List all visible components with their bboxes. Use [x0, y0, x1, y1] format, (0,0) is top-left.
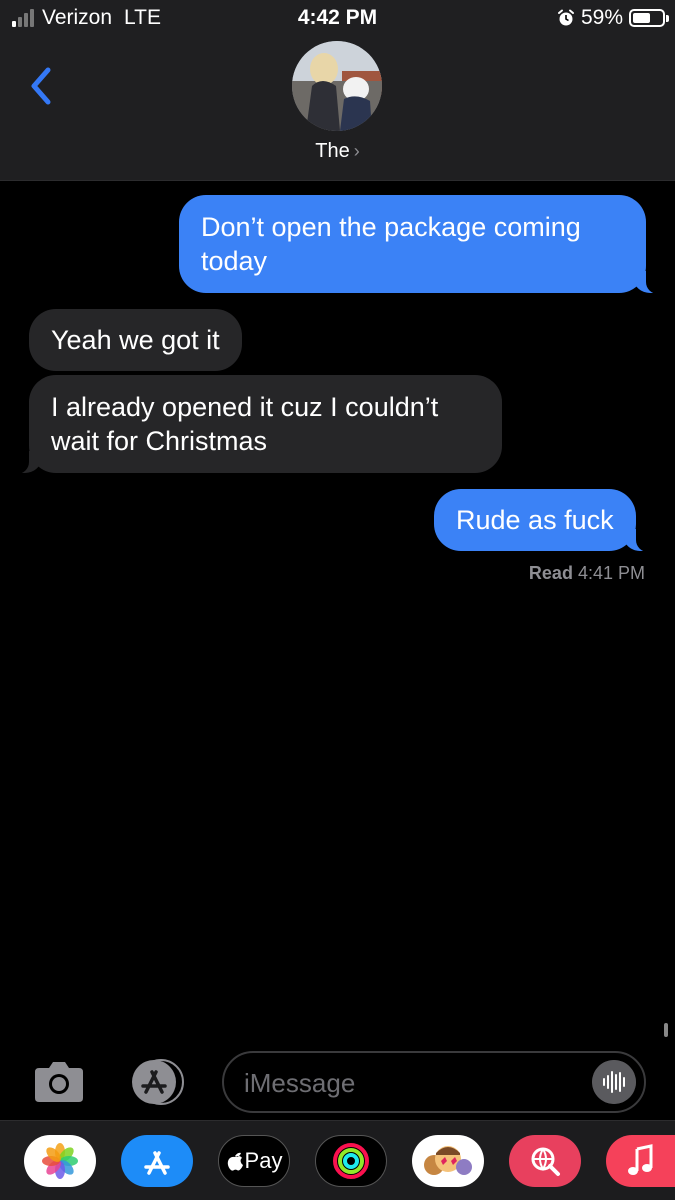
audio-waveform-icon[interactable] — [592, 1060, 636, 1104]
apple-pay-label: Pay — [244, 1148, 283, 1173]
battery-icon — [629, 9, 669, 27]
message-input-box[interactable] — [222, 1051, 646, 1113]
message-bubble-incoming[interactable]: Yeah we got it — [29, 309, 242, 371]
scroll-indicator[interactable] — [664, 1023, 668, 1037]
message-bubble-outgoing[interactable]: Rude as fuck — [434, 489, 656, 552]
chevron-right-icon: › — [353, 141, 360, 161]
contact-avatar[interactable] — [292, 41, 382, 131]
read-time: 4:41 PM — [577, 563, 645, 583]
memoji-icon[interactable] — [412, 1135, 484, 1187]
message-bubble-outgoing[interactable]: Don’t open the package coming today — [179, 195, 666, 294]
camera-icon[interactable] — [31, 1060, 87, 1104]
contact-name: The — [315, 140, 350, 162]
web-search-icon[interactable] — [509, 1135, 581, 1187]
alarm-icon — [557, 9, 574, 26]
status-bar: Verizon LTE 4:42 PM 59% — [0, 0, 675, 38]
battery-percent: 59% — [580, 6, 623, 29]
apple-pay-icon[interactable]: Pay — [218, 1135, 290, 1187]
message-bubble-incoming[interactable]: I already opened it cuz I couldn’t wait … — [9, 375, 502, 474]
activity-icon[interactable] — [315, 1135, 387, 1187]
read-label: Read — [528, 563, 573, 583]
message-input[interactable] — [244, 1063, 584, 1103]
music-icon[interactable] — [606, 1135, 675, 1187]
photos-icon[interactable] — [24, 1135, 96, 1187]
contact-name-button[interactable]: The › — [0, 140, 675, 163]
app-store-icon[interactable] — [121, 1135, 193, 1187]
app-store-icon[interactable] — [126, 1058, 188, 1106]
imessage-app-drawer: Pay — [0, 1120, 675, 1200]
chevron-left-icon[interactable] — [26, 66, 56, 106]
read-receipt: Read 4:41 PM — [529, 563, 645, 584]
